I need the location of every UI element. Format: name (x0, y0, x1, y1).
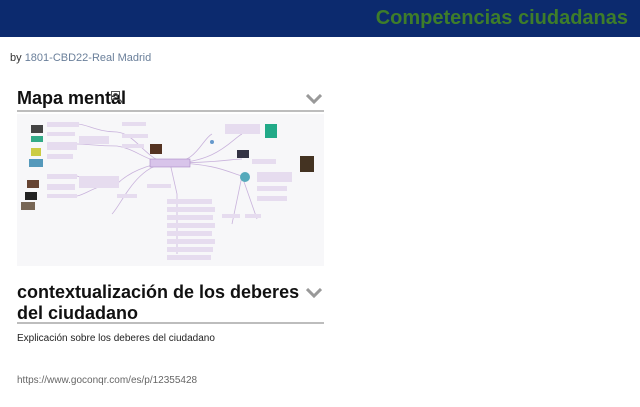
section-header-mind-map[interactable]: Mapa mental (17, 88, 324, 112)
section-title: contextualización de los deberes del ciu… (17, 282, 300, 323)
source-url[interactable]: https://www.goconqr.com/es/p/12355428 (17, 375, 197, 386)
header-bar: Competencias ciudadanas (0, 0, 640, 37)
section-title: Mapa mental (17, 88, 127, 108)
mind-map-image[interactable] (17, 114, 324, 266)
byline-prefix: by (10, 52, 22, 64)
chevron-down-icon[interactable] (306, 288, 322, 298)
section-description: Explicación sobre los deberes del ciudad… (17, 333, 215, 344)
page-title: Competencias ciudadanas (375, 7, 628, 29)
zoom-icon[interactable] (111, 91, 123, 103)
byline: by 1801-CBD22-Real Madrid (10, 52, 151, 64)
chevron-down-icon[interactable] (306, 94, 322, 104)
section-header-deberes[interactable]: contextualización de los deberes del ciu… (17, 282, 324, 324)
mind-map-graphic (21, 122, 314, 260)
author-link[interactable]: 1801-CBD22-Real Madrid (25, 52, 152, 64)
